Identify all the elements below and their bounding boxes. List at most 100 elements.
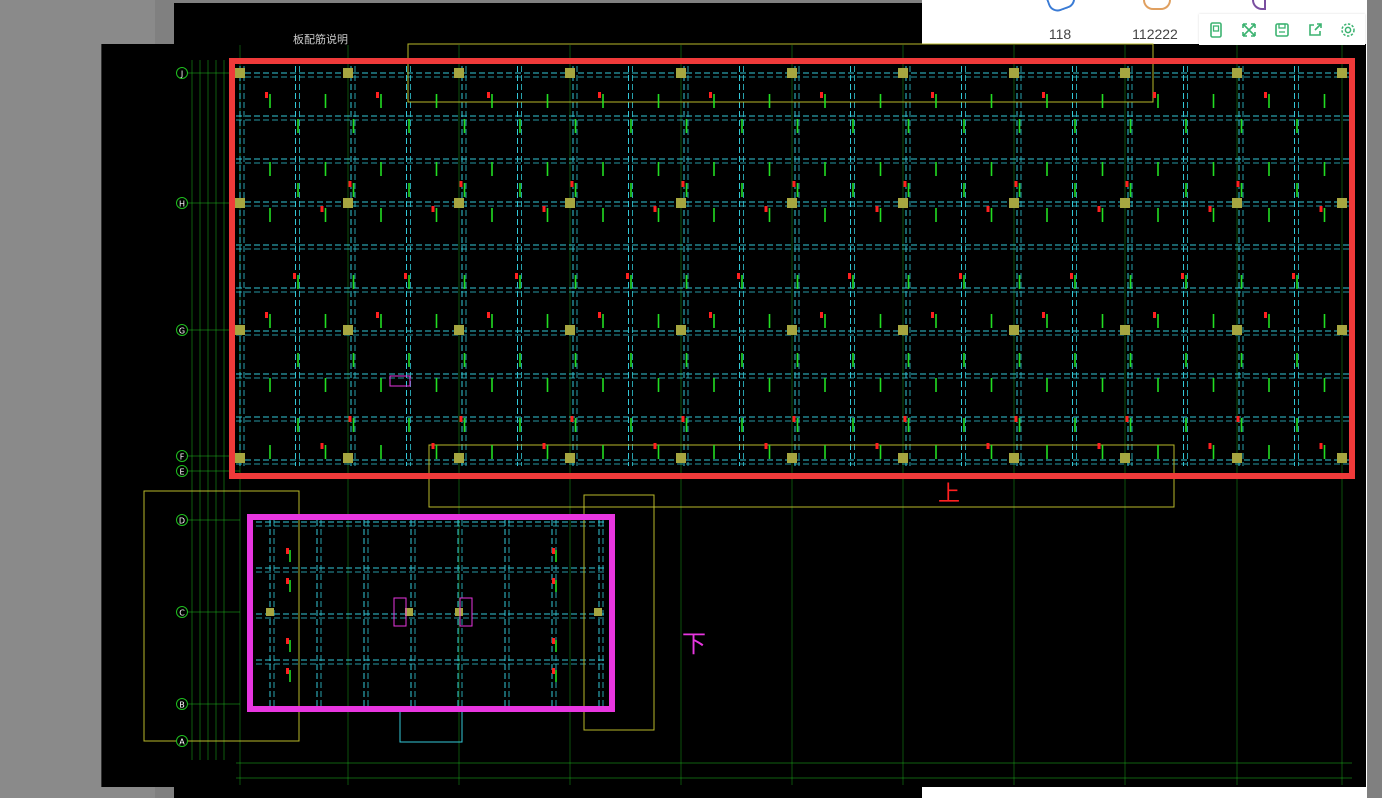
column bbox=[454, 68, 464, 78]
opening-mark bbox=[393, 597, 407, 627]
rebar-label bbox=[542, 206, 546, 212]
rebar-label bbox=[320, 443, 324, 449]
rebar-label bbox=[875, 443, 879, 449]
column bbox=[565, 453, 575, 463]
column bbox=[1337, 198, 1347, 208]
column bbox=[1120, 453, 1130, 463]
rebar-label bbox=[1236, 181, 1240, 187]
rebar-label bbox=[903, 416, 907, 422]
axis-label: F bbox=[180, 453, 185, 462]
rebar-label bbox=[1181, 273, 1184, 279]
columns bbox=[235, 68, 1347, 616]
column bbox=[1337, 68, 1347, 78]
column bbox=[676, 198, 686, 208]
rebar-label bbox=[653, 206, 657, 212]
rebar-label bbox=[487, 92, 490, 98]
rebar-label bbox=[792, 181, 796, 187]
rebar-label bbox=[459, 181, 463, 187]
rebar-label bbox=[764, 443, 768, 449]
rebar-label bbox=[848, 273, 851, 279]
rebar-label bbox=[1236, 416, 1240, 422]
rebar-label bbox=[1097, 206, 1101, 212]
rebar-label bbox=[737, 273, 740, 279]
rebar-label bbox=[348, 181, 352, 187]
rebar-label bbox=[286, 578, 289, 584]
structural-floor-plan[interactable]: J H G FE D C B A 板配筋说明 上 下 bbox=[0, 0, 1382, 798]
rebar-label bbox=[320, 206, 324, 212]
rebar-label bbox=[1125, 416, 1129, 422]
column bbox=[455, 608, 463, 616]
rebar-label bbox=[431, 206, 435, 212]
rebar-label bbox=[1042, 92, 1045, 98]
column bbox=[1232, 325, 1242, 335]
column bbox=[565, 198, 575, 208]
column bbox=[1009, 198, 1019, 208]
rebar-label bbox=[820, 312, 823, 318]
drawing-title: 板配筋说明 bbox=[293, 32, 348, 46]
column bbox=[1009, 453, 1019, 463]
rebar-label bbox=[931, 312, 934, 318]
rebar-label bbox=[431, 443, 435, 449]
column bbox=[1337, 453, 1347, 463]
axis-label: H bbox=[179, 200, 185, 209]
rebar-label bbox=[286, 548, 289, 554]
rebar-label bbox=[986, 443, 990, 449]
rebar-label bbox=[959, 273, 962, 279]
column bbox=[676, 68, 686, 78]
rebar-label bbox=[552, 548, 555, 554]
wall-outline bbox=[143, 490, 300, 742]
column bbox=[343, 453, 353, 463]
rebar-label bbox=[1208, 206, 1212, 212]
upper-annotation: 上 bbox=[938, 482, 960, 507]
rebar-label bbox=[1319, 443, 1323, 449]
axis-label: A bbox=[179, 738, 185, 747]
column bbox=[898, 198, 908, 208]
column bbox=[454, 198, 464, 208]
column bbox=[1120, 68, 1130, 78]
column bbox=[1337, 325, 1347, 335]
rebar-label bbox=[598, 92, 601, 98]
rebar-label bbox=[552, 578, 555, 584]
rebar-label bbox=[681, 416, 685, 422]
rebar-label bbox=[1153, 312, 1156, 318]
column bbox=[235, 68, 245, 78]
stair-outline bbox=[399, 707, 463, 743]
rebar-label bbox=[542, 443, 546, 449]
column bbox=[1009, 325, 1019, 335]
column bbox=[787, 325, 797, 335]
column bbox=[676, 325, 686, 335]
rebar-label bbox=[931, 92, 934, 98]
column bbox=[1232, 198, 1242, 208]
column bbox=[235, 198, 245, 208]
rebar-label bbox=[681, 181, 685, 187]
rebar-label bbox=[709, 92, 712, 98]
rebar-label bbox=[552, 638, 555, 644]
grid-lines bbox=[188, 45, 1352, 785]
rebar-label bbox=[1125, 181, 1129, 187]
axis-label: J bbox=[180, 70, 183, 79]
rebar-label bbox=[515, 273, 518, 279]
lower-region-frame[interactable] bbox=[247, 514, 615, 712]
rebar-label bbox=[1042, 312, 1045, 318]
rebar-label bbox=[286, 668, 289, 674]
rebar-label bbox=[376, 92, 379, 98]
axis-bubbles: J H G FE D C B A bbox=[176, 67, 188, 747]
axis-label: E bbox=[179, 468, 184, 477]
column bbox=[787, 68, 797, 78]
column bbox=[343, 68, 353, 78]
rebar-label bbox=[653, 443, 657, 449]
column bbox=[454, 325, 464, 335]
rebar-label bbox=[348, 416, 352, 422]
rebar-label bbox=[404, 273, 407, 279]
rebar-label bbox=[286, 638, 289, 644]
lower-annotation: 下 bbox=[682, 630, 706, 658]
column bbox=[787, 198, 797, 208]
rebar-label bbox=[552, 668, 555, 674]
rebar-label bbox=[792, 416, 796, 422]
rebar-label bbox=[570, 416, 574, 422]
column bbox=[565, 68, 575, 78]
rebar-label bbox=[1292, 273, 1295, 279]
column bbox=[787, 453, 797, 463]
rebar-label bbox=[709, 312, 712, 318]
column bbox=[235, 453, 245, 463]
